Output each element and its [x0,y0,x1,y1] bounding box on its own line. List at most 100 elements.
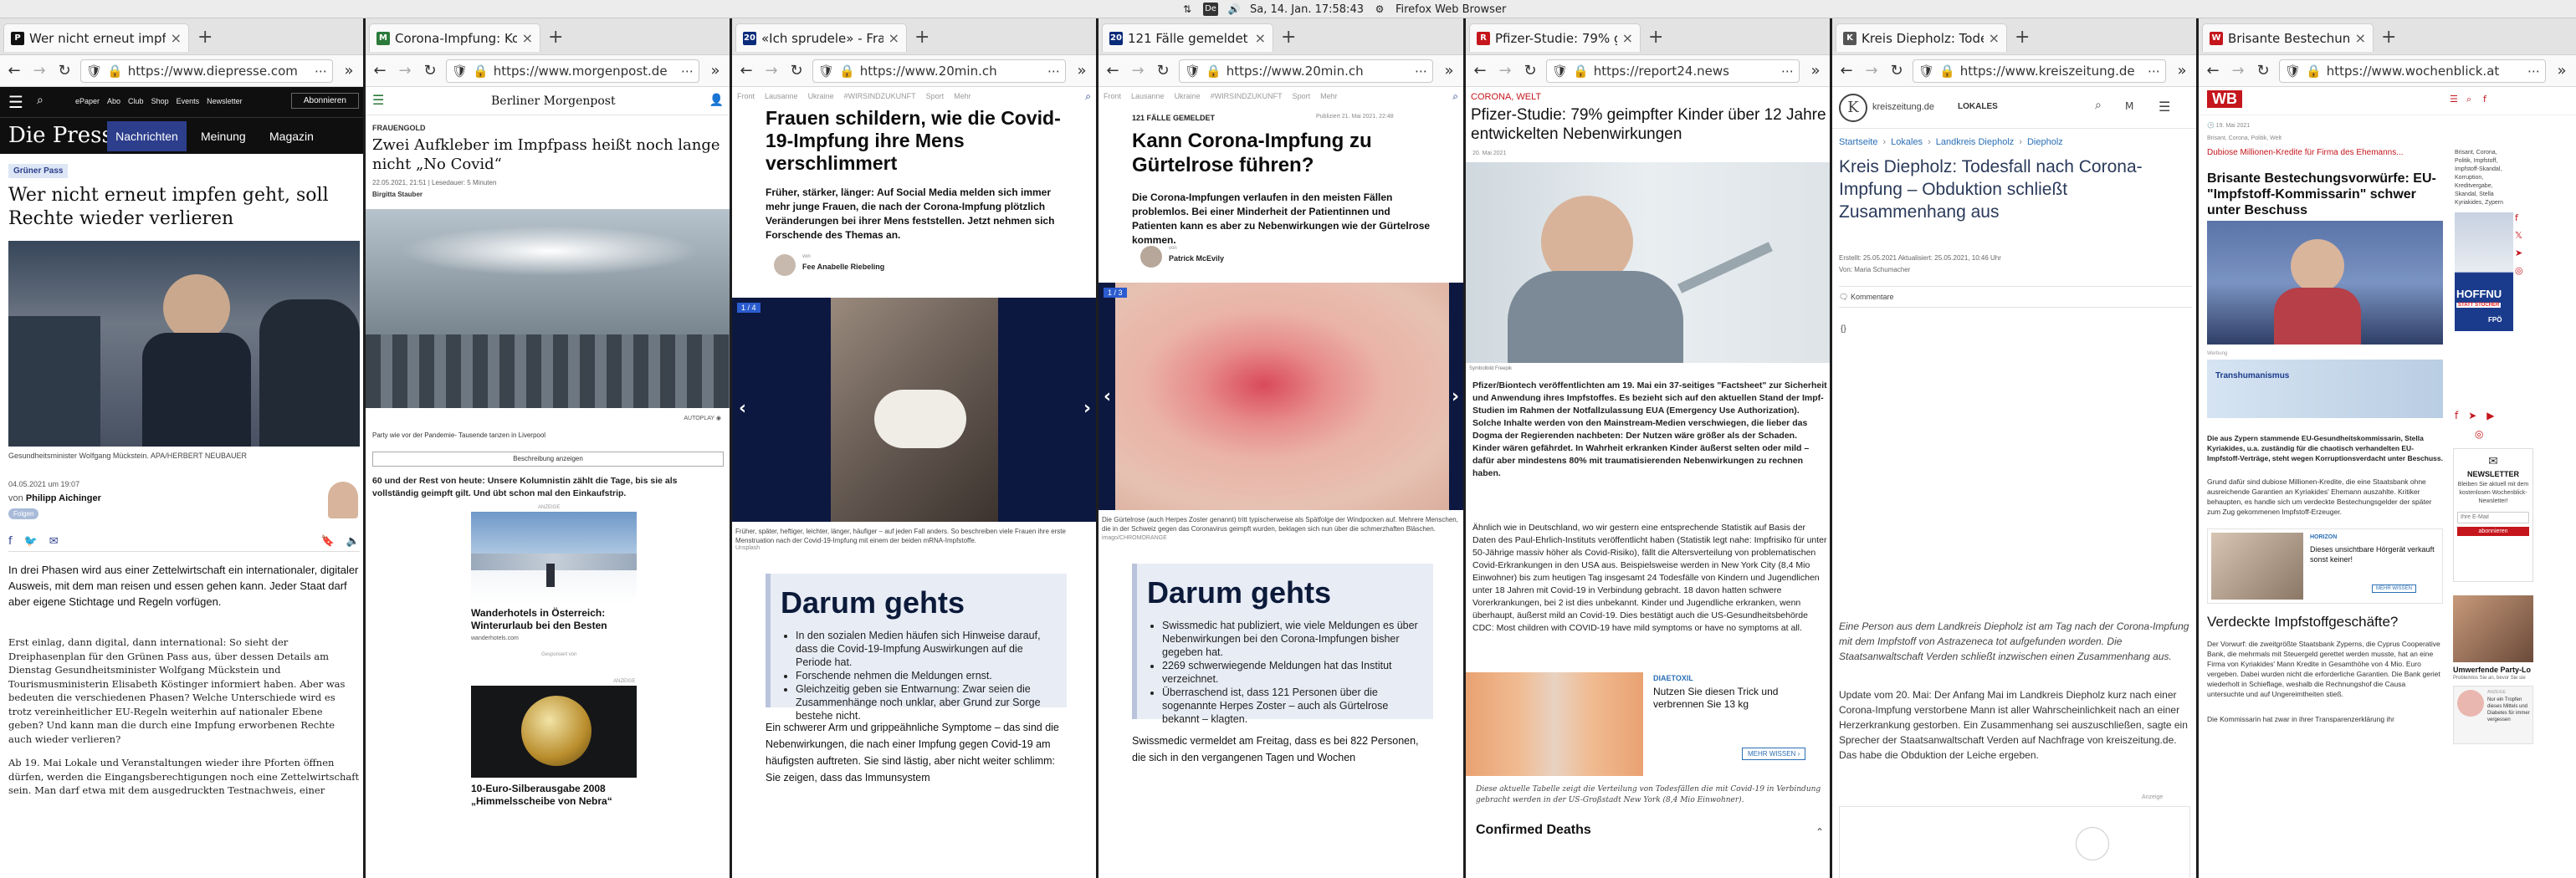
wochenblick-logo[interactable]: WB [2207,90,2242,108]
breadcrumb-item[interactable]: Startseite [1839,137,1877,147]
abonnieren-button[interactable]: Abonnieren [290,93,359,109]
back-icon[interactable]: ← [737,62,755,79]
nav-more[interactable]: Mehr [954,92,971,100]
url-text[interactable]: https://www.wochenblick.at [2327,64,2522,79]
overflow-chevron-icon[interactable]: » [340,62,358,79]
new-tab-icon[interactable]: + [914,27,930,48]
related-teaser[interactable]: Dubiose Millionen-Kredite für Firma des … [2207,147,2441,158]
lock-icon[interactable]: 🔒 [473,64,489,79]
comments-bar[interactable]: 🗨 Kommentare [1839,286,2192,308]
search-icon[interactable]: ⌕ [1085,90,1091,103]
reload-icon[interactable]: ↻ [421,62,439,79]
hamburger-menu-icon[interactable]: ☰ [2450,94,2458,105]
ad-image[interactable] [1466,672,1643,776]
video-thumbnail[interactable] [366,209,730,408]
close-tab-icon[interactable]: × [1989,30,2000,46]
tab-active[interactable]: M Corona-Impfung: Komm × [369,23,540,52]
gallery-next-icon[interactable]: › [1083,398,1091,419]
volume-icon[interactable]: 🔊 [1227,3,1242,16]
breadcrumb-item[interactable]: Diepholz [2027,137,2063,147]
overflow-chevron-icon[interactable]: » [1440,62,1458,79]
keyboard-layout-indicator[interactable]: De [1203,3,1218,16]
url-bar[interactable]: 🛡 🔒 https://www.wochenblick.at ⋯ [2279,59,2546,83]
article-author[interactable]: Von: Maria Schumacher [1839,266,1910,273]
nav-front[interactable]: Front [737,92,755,100]
gallery-prev-icon[interactable]: ‹ [739,398,746,419]
facebook-icon[interactable]: f [2483,94,2486,105]
reload-icon[interactable]: ↻ [787,62,806,79]
back-icon[interactable]: ← [2204,62,2222,79]
url-bar[interactable]: 🛡 🔒 https://www.morgenpost.de ⋯ [446,59,699,83]
ad2-title[interactable]: 10-Euro-Silberausgabe 2008 „Himmelsschei… [471,783,638,808]
side-ad2-title[interactable]: Umwerfende Party-Lo [2453,666,2531,674]
lock-icon[interactable]: 🔒 [839,64,855,79]
clock[interactable]: Sa, 14. Jan. 17:58:43 [1250,3,1364,16]
section-tab-magazin[interactable]: Magazin [269,130,314,143]
url-bar[interactable]: 🛡 🔒 https://www.20min.ch ⋯ [812,59,1066,83]
new-tab-icon[interactable]: + [2015,27,2030,48]
ad-more-button[interactable]: MEHR WISSEN › [1742,748,1806,760]
nav-link-events[interactable]: Events [177,97,200,105]
breadcrumb-item[interactable]: Lokales [1891,137,1923,147]
telegram-icon[interactable]: ➤ [2468,410,2476,421]
url-bar[interactable]: 🛡 🔒 https://www.kreiszeitung.de ⋯ [1913,59,2166,83]
overflow-chevron-icon[interactable]: » [2173,62,2191,79]
ad-title[interactable]: Nutzen Sie diesen Trick und verbrennen S… [1653,686,1821,711]
close-tab-icon[interactable]: × [1622,30,1633,46]
nav-lausanne[interactable]: Lausanne [1131,92,1165,100]
page-actions-icon[interactable]: ⋯ [2527,64,2540,79]
reload-icon[interactable]: ↻ [1154,62,1172,79]
new-tab-icon[interactable]: + [197,27,213,48]
shield-icon[interactable]: 🛡 [86,64,102,79]
ad-title[interactable]: Wanderhotels in Österreich: Winterurlaub… [471,607,638,632]
new-tab-icon[interactable]: + [2381,27,2396,48]
nav-more[interactable]: Mehr [1320,92,1338,100]
hamburger-menu-icon[interactable]: ☰ [372,92,384,108]
reload-icon[interactable]: ↻ [1521,62,1539,79]
shield-icon[interactable]: 🛡 [1185,64,1201,79]
page-actions-icon[interactable]: ⋯ [681,64,694,79]
gallery-image[interactable] [732,298,1096,522]
newsletter-subscribe-button[interactable]: abonnieren [2457,526,2529,536]
new-tab-icon[interactable]: + [1648,27,1663,48]
url-text[interactable]: https://www.diepresse.com [128,64,310,79]
facebook-icon[interactable]: f [2455,410,2458,421]
reload-icon[interactable]: ↻ [55,62,74,79]
url-text[interactable]: https://www.kreiszeitung.de [1960,64,2143,79]
shield-icon[interactable]: 🛡 [452,64,468,79]
overflow-chevron-icon[interactable]: » [2553,62,2571,79]
shield-icon[interactable]: 🛡 [1552,64,1568,79]
new-tab-icon[interactable]: + [1281,27,1296,48]
url-text[interactable]: https://www.20min.ch [860,64,1042,79]
mail-icon[interactable]: ✉ [49,535,59,548]
page-actions-icon[interactable]: ⋯ [1047,64,1060,79]
overflow-chevron-icon[interactable]: » [706,62,725,79]
url-text[interactable]: https://www.morgenpost.de [494,64,676,79]
tab-active[interactable]: P Wer nicht erneut impfen geht, soll × [3,23,189,52]
search-icon[interactable]: ⌕ [37,94,44,107]
nav-sport[interactable]: Sport [1293,92,1311,100]
back-icon[interactable]: ← [371,62,389,79]
banner-ad[interactable]: Transhumanismus [2207,360,2443,418]
ad-source[interactable]: wanderhotels.com [471,636,519,641]
horizon-more-button[interactable]: MEHR WISSEN [2372,584,2417,593]
mail-icon[interactable]: M [2125,100,2133,112]
lock-icon[interactable]: 🔒 [2306,64,2322,79]
nav-sport[interactable]: Sport [926,92,945,100]
shield-icon[interactable]: 🛡 [2285,64,2301,79]
topic-tag[interactable]: Grüner Pass [8,164,69,178]
native-ad-horizon[interactable]: HORIZON Dieses unsichtbare Hörgerät verk… [2207,528,2443,604]
youtube-icon[interactable]: ▶ [2486,410,2494,421]
url-bar[interactable]: 🛡 🔒 https://report24.news ⋯ [1546,59,1800,83]
user-icon[interactable]: 👤 [709,94,724,107]
side-ad-diabetes[interactable]: ANZEIGE Nur ein Tropfen dieses Mittels u… [2453,686,2533,744]
reload-icon[interactable]: ↻ [2254,62,2272,79]
overflow-chevron-icon[interactable]: » [1806,62,1825,79]
side-ad-fpo[interactable]: HOFFNU STATT STOCHER FPÖ [2455,212,2513,331]
bookmark-icon[interactable]: 🔖 [321,535,335,548]
back-icon[interactable]: ← [1104,62,1122,79]
tab-active[interactable]: W Brisante Bestechungsvo × [2202,23,2374,52]
new-tab-icon[interactable]: + [548,27,563,48]
twitter-icon[interactable]: 🐦 [24,535,38,548]
autoplay-toggle[interactable]: AUTOPLAY ◉ [684,415,721,421]
